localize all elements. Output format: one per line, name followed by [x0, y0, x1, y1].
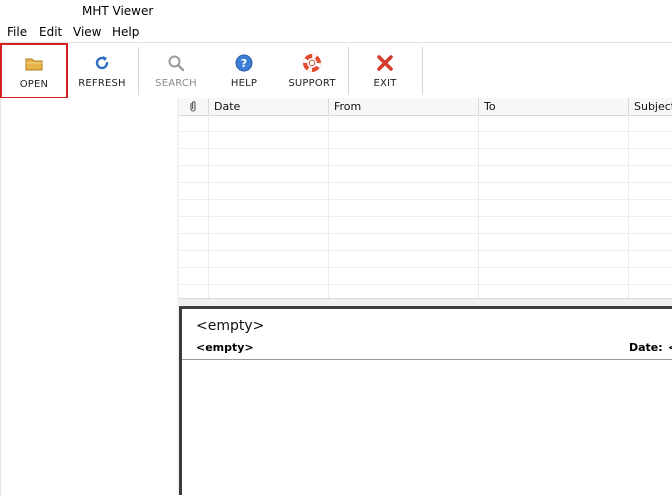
- toolbar: OPEN REFRESH SEARCH ? HELP SUPPORT EXIT: [0, 42, 672, 100]
- search-button[interactable]: SEARCH: [146, 44, 206, 97]
- lifebuoy-icon: [303, 54, 321, 72]
- table-row: [179, 166, 672, 183]
- menu-file[interactable]: File: [7, 25, 27, 39]
- close-icon: [376, 54, 394, 72]
- column-divider: [628, 115, 629, 298]
- table-row: [179, 285, 672, 298]
- column-attachment[interactable]: [179, 98, 209, 115]
- table-row: [179, 115, 672, 132]
- table-row: [179, 217, 672, 234]
- column-divider: [478, 115, 479, 298]
- title-bar: MHT Viewer: [0, 0, 672, 22]
- menu-edit[interactable]: Edit: [39, 25, 62, 39]
- table-row: [179, 234, 672, 251]
- message-list[interactable]: Date From To Subject: [179, 98, 672, 298]
- support-label: SUPPORT: [288, 78, 336, 89]
- refresh-button[interactable]: REFRESH: [70, 44, 134, 97]
- refresh-icon: [93, 54, 111, 72]
- open-button[interactable]: OPEN: [0, 43, 68, 99]
- table-row: [179, 132, 672, 149]
- refresh-label: REFRESH: [78, 78, 126, 89]
- exit-button[interactable]: EXIT: [356, 44, 414, 97]
- open-label: OPEN: [19, 79, 49, 90]
- table-row: [179, 268, 672, 285]
- table-row: [179, 149, 672, 166]
- support-button[interactable]: SUPPORT: [280, 44, 344, 97]
- message-preview-pane: <empty> <empty> Date: <: [179, 306, 672, 495]
- help-icon: ?: [235, 54, 253, 72]
- preview-from: <empty>: [196, 341, 254, 354]
- column-date[interactable]: Date: [209, 98, 329, 115]
- preview-divider: [182, 359, 672, 360]
- menu-view[interactable]: View: [73, 25, 101, 39]
- toolbar-separator: [422, 47, 423, 95]
- preview-subject: <empty>: [196, 318, 265, 334]
- column-to[interactable]: To: [479, 98, 629, 115]
- column-divider: [328, 115, 329, 298]
- exit-label: EXIT: [373, 78, 397, 89]
- help-label: HELP: [230, 78, 258, 89]
- preview-date-label: Date:: [629, 341, 663, 354]
- search-label: SEARCH: [155, 78, 197, 89]
- column-from[interactable]: From: [329, 98, 479, 115]
- table-row: [179, 183, 672, 200]
- toolbar-separator: [348, 47, 349, 95]
- help-button[interactable]: ? HELP: [214, 44, 274, 97]
- toolbar-separator: [138, 47, 139, 95]
- table-row: [179, 251, 672, 268]
- svg-text:?: ?: [241, 57, 247, 70]
- message-list-header: Date From To Subject: [179, 98, 672, 116]
- folder-tree-pane[interactable]: [0, 98, 178, 495]
- search-icon: [167, 54, 185, 72]
- column-divider: [208, 115, 209, 298]
- window-title: MHT Viewer: [82, 4, 154, 18]
- column-subject[interactable]: Subject: [629, 98, 672, 115]
- paperclip-icon: [188, 100, 198, 115]
- preview-date-value: <: [668, 341, 672, 354]
- menu-bar: File Edit View Help: [0, 22, 672, 42]
- table-row: [179, 200, 672, 217]
- folder-icon: [25, 55, 43, 73]
- menu-help[interactable]: Help: [112, 25, 139, 39]
